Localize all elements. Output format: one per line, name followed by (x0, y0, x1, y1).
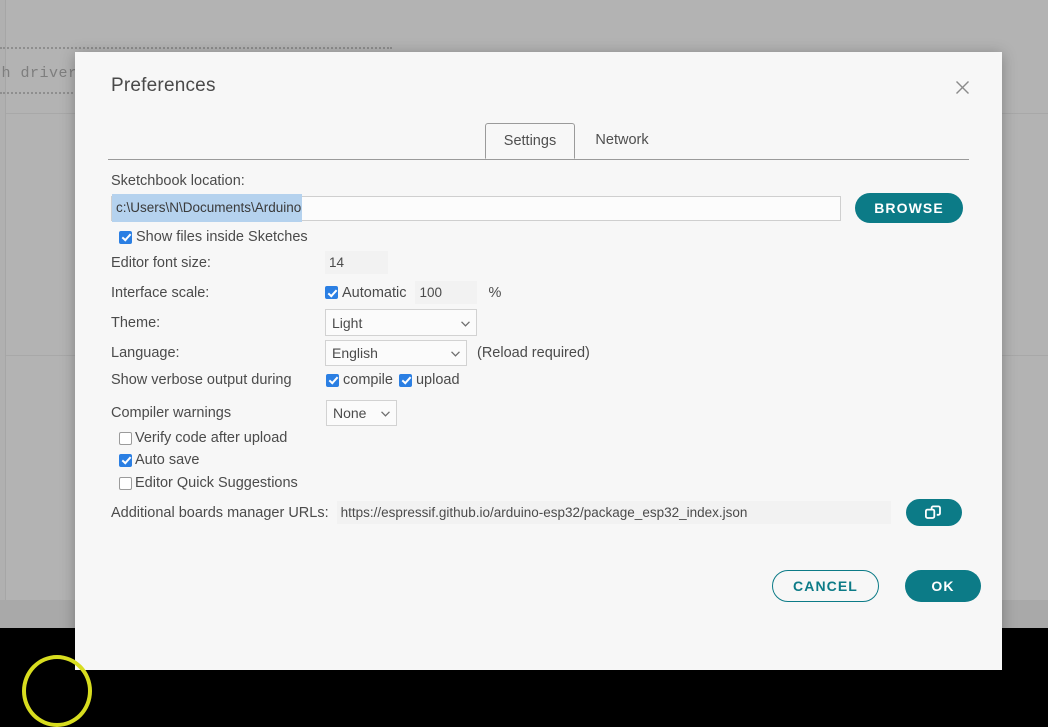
verbose-compile-label: compile (343, 372, 393, 388)
verify-code-after-upload-label: Verify code after upload (135, 430, 288, 446)
background-dashed-line-top (0, 47, 392, 49)
sketchbook-location-label: Sketchbook location: (111, 173, 245, 189)
dialog-title: Preferences (111, 75, 216, 96)
interface-scale-automatic-checkbox[interactable] (325, 286, 338, 299)
tab-bar: Settings Network (108, 123, 969, 160)
editor-font-size-input[interactable]: 14 (325, 251, 388, 274)
interface-scale-row: Interface scale: Automatic 100 % (111, 281, 501, 304)
show-files-inside-sketches-label: Show files inside Sketches (136, 229, 308, 245)
compiler-warnings-label: Compiler warnings (111, 405, 232, 421)
verbose-upload-label: upload (415, 372, 460, 388)
interface-scale-automatic-label: Automatic (342, 284, 407, 301)
compiler-warnings-row: Compiler warnings None (111, 400, 397, 426)
editor-font-size-row: Editor font size: 14 (111, 251, 388, 274)
editor-quick-suggestions-label: Editor Quick Suggestions (135, 475, 298, 491)
interface-scale-unit: % (488, 284, 502, 301)
cursor-highlight-ring (22, 655, 92, 727)
verify-code-after-upload-row: Verify code after upload (119, 430, 287, 446)
verify-code-after-upload-checkbox[interactable] (119, 431, 132, 445)
verbose-compile-checkbox[interactable] (326, 373, 339, 387)
compiler-warnings-select-wrapper: None (326, 400, 397, 426)
boards-manager-urls-row: Additional boards manager URLs: https://… (111, 499, 962, 526)
language-select-wrapper: English (325, 340, 467, 366)
language-row: Language: English (Reload required) (111, 340, 590, 366)
browse-button[interactable]: BROWSE (855, 193, 963, 223)
boards-manager-urls-expand-button[interactable] (905, 499, 962, 526)
ok-button[interactable]: OK (905, 570, 981, 602)
screen: ch driver Preferences Settings Network S… (0, 0, 1048, 727)
sketchbook-location-value: c:\Users\N\Documents\Arduino (112, 194, 303, 222)
compiler-warnings-select[interactable]: None (326, 400, 397, 426)
tab-settings-label: Settings (503, 133, 557, 149)
auto-save-checkbox[interactable] (119, 453, 132, 467)
verbose-upload-checkbox[interactable] (398, 373, 412, 387)
tab-network[interactable]: Network (579, 123, 665, 159)
preferences-dialog: Preferences Settings Network Sketchbook … (75, 52, 1002, 670)
tab-settings[interactable]: Settings (485, 123, 575, 159)
sketchbook-location-row: Sketchbook location: (111, 173, 245, 189)
auto-save-row: Auto save (119, 452, 200, 468)
show-files-inside-sketches-checkbox[interactable] (119, 230, 132, 244)
boards-manager-urls-label: Additional boards manager URLs: (111, 504, 329, 521)
auto-save-label: Auto save (135, 452, 200, 468)
boards-manager-urls-input[interactable]: https://espressif.github.io/arduino-esp3… (336, 501, 891, 524)
background-console-text: ch driver (0, 65, 78, 82)
cancel-button[interactable]: CANCEL (772, 570, 879, 602)
interface-scale-label: Interface scale: (111, 284, 210, 301)
editor-quick-suggestions-checkbox[interactable] (119, 476, 132, 490)
theme-select-wrapper: Light (325, 309, 477, 336)
external-window-icon (925, 505, 942, 519)
sketchbook-location-input[interactable]: c:\Users\N\Documents\Arduino (111, 194, 841, 222)
editor-font-size-label: Editor font size: (111, 254, 211, 271)
theme-select[interactable]: Light (325, 309, 477, 336)
sketchbook-input-row: c:\Users\N\Documents\Arduino BROWSE (111, 193, 963, 223)
tab-network-label: Network (595, 132, 649, 148)
editor-quick-suggestions-row: Editor Quick Suggestions (119, 475, 298, 491)
dialog-footer: CANCEL OK (772, 570, 981, 602)
interface-scale-input[interactable]: 100 (415, 281, 478, 304)
background-dashed-line-bottom (0, 92, 80, 94)
show-files-inside-sketches-row: Show files inside Sketches (119, 229, 308, 245)
language-reload-note: (Reload required) (477, 345, 590, 361)
theme-label: Theme: (111, 314, 161, 331)
language-select[interactable]: English (325, 340, 467, 366)
theme-row: Theme: Light (111, 309, 477, 336)
verbose-output-row: Show verbose output during compile uploa… (111, 372, 460, 388)
close-icon[interactable] (950, 76, 974, 100)
language-label: Language: (111, 345, 180, 361)
verbose-output-label: Show verbose output during (111, 372, 292, 388)
